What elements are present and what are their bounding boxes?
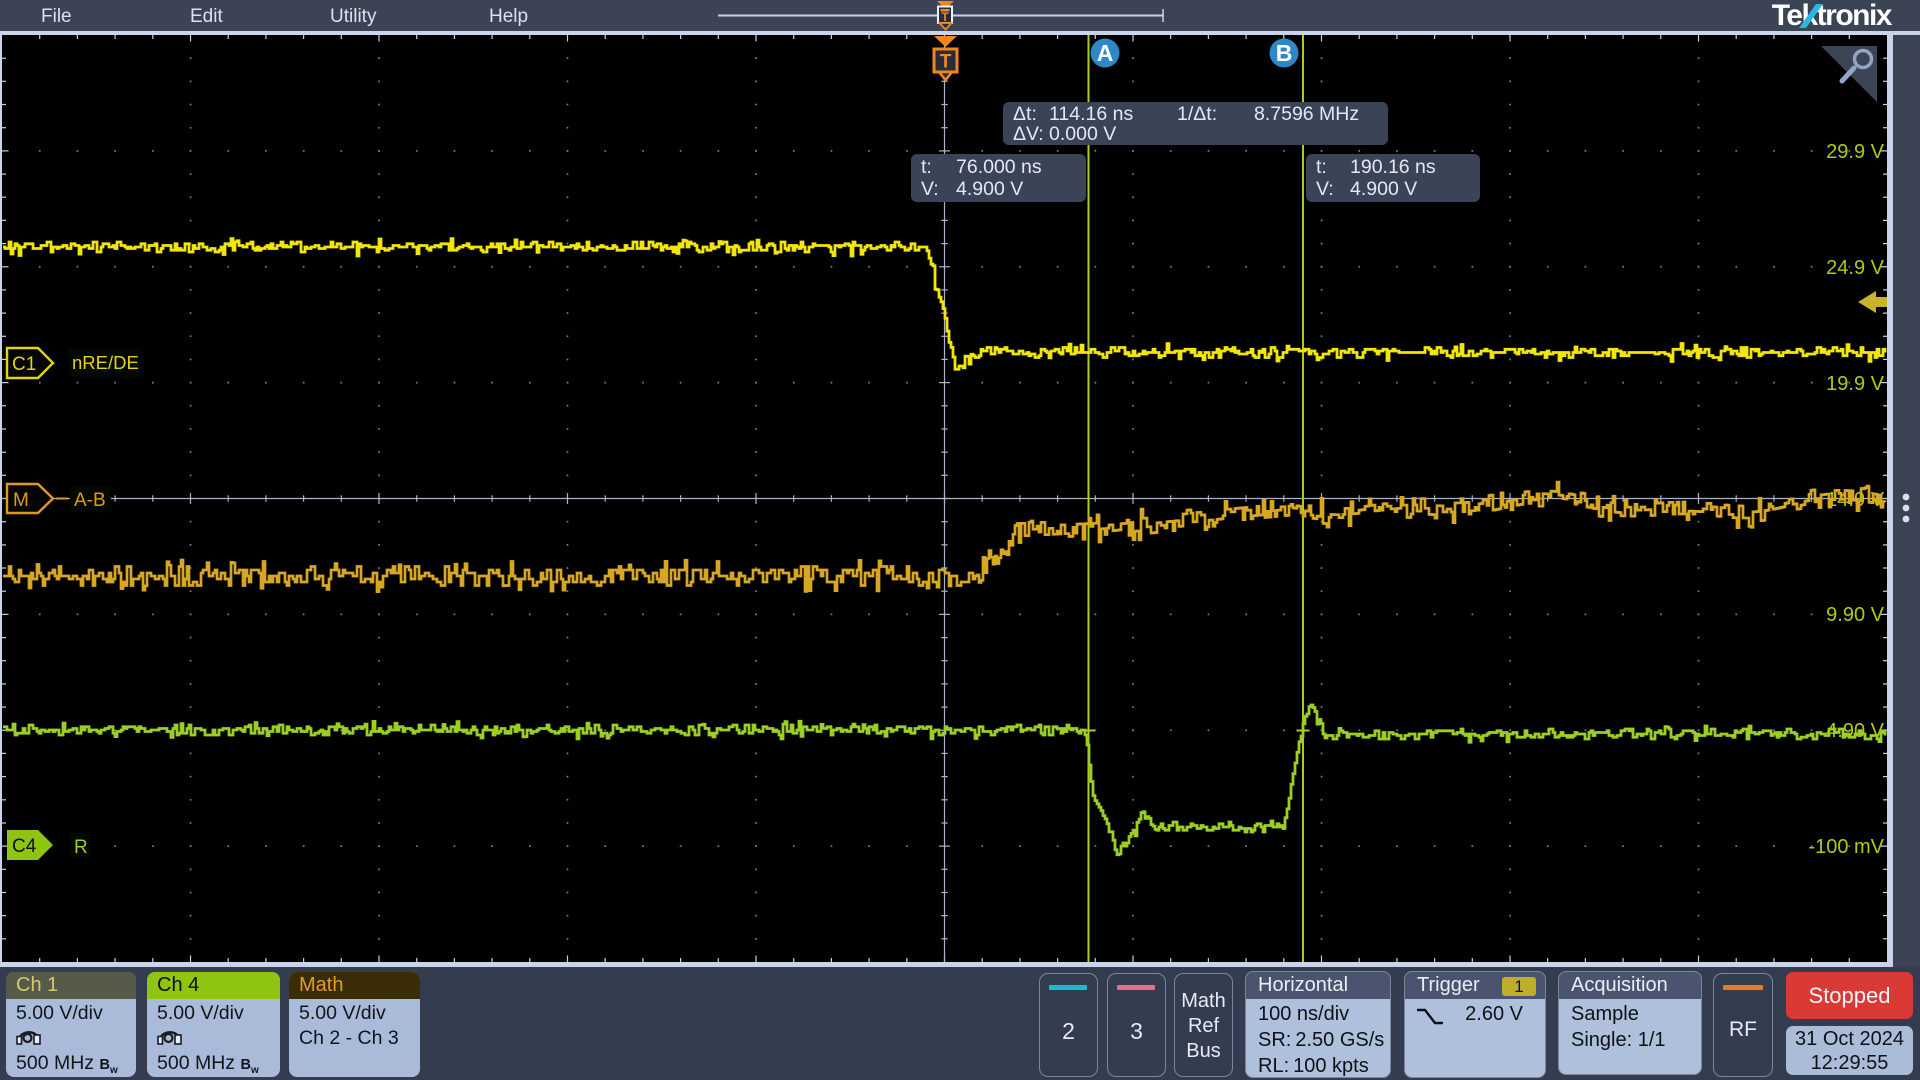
- svg-text:B: B: [1276, 40, 1293, 66]
- svg-text:24.9 V: 24.9 V: [1826, 257, 1884, 279]
- svg-text:9.90 V: 9.90 V: [1826, 604, 1884, 626]
- svg-text:T: T: [940, 52, 952, 73]
- svg-text:nRE/DE: nRE/DE: [72, 352, 139, 373]
- svg-text:T: T: [941, 10, 949, 24]
- svg-text:C1: C1: [12, 354, 36, 375]
- svg-text:Utility: Utility: [330, 6, 377, 27]
- svg-text:29.9 V: 29.9 V: [1826, 141, 1884, 163]
- svg-text:C4: C4: [12, 836, 37, 857]
- svg-text:-100 mV: -100 mV: [1808, 836, 1884, 858]
- svg-text:19.9 V: 19.9 V: [1826, 373, 1884, 395]
- svg-text:Help: Help: [489, 6, 528, 27]
- svg-text:Tektronix: Tektronix: [1772, 0, 1893, 32]
- svg-text:File: File: [41, 6, 72, 27]
- svg-text:A-B: A-B: [74, 490, 106, 511]
- svg-text:R: R: [74, 837, 88, 858]
- svg-text:M: M: [13, 490, 29, 511]
- svg-text:A: A: [1097, 40, 1114, 66]
- svg-text:Edit: Edit: [190, 6, 223, 27]
